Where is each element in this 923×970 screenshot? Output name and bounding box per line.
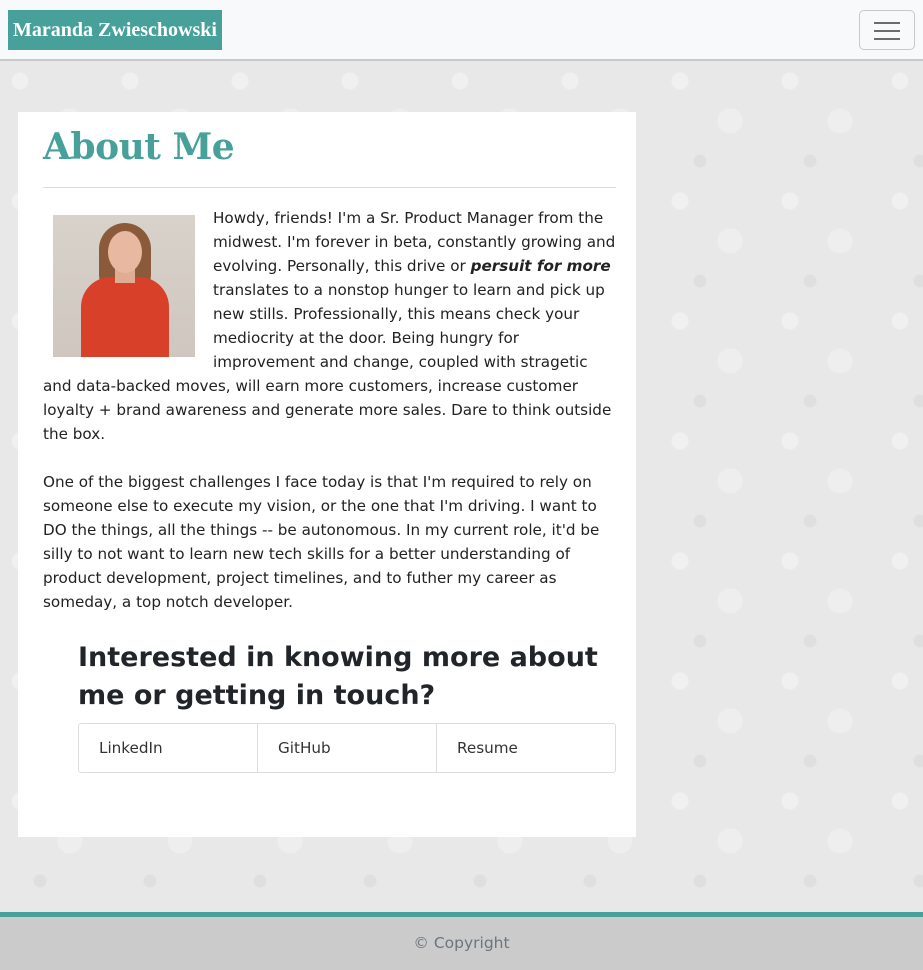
title-divider <box>43 187 616 188</box>
about-card: About Me Howdy, friends! I'm a Sr. Produ… <box>18 112 636 837</box>
emphasis-text: persuit for more <box>470 257 611 275</box>
contact-links-group: LinkedIn GitHub Resume <box>78 723 616 773</box>
navbar: Maranda Zwieschowski <box>0 0 923 61</box>
page-title: About Me <box>43 126 235 168</box>
footer: © Copyright <box>0 912 923 970</box>
navbar-toggler-button[interactable] <box>859 10 915 50</box>
hamburger-menu-icon-bar <box>874 38 900 40</box>
about-content: Howdy, friends! I'm a Sr. Product Manage… <box>43 206 616 614</box>
copyright-text: © Copyright <box>413 934 510 952</box>
contact-heading: Interested in knowing more about me or g… <box>78 642 598 711</box>
hamburger-menu-icon-bar <box>874 30 900 32</box>
linkedin-link[interactable]: LinkedIn <box>79 724 258 772</box>
hamburger-menu-icon <box>874 22 900 24</box>
about-paragraph-2: One of the biggest challenges I face tod… <box>43 473 600 611</box>
profile-photo <box>53 215 195 357</box>
resume-link[interactable]: Resume <box>437 724 615 772</box>
github-link[interactable]: GitHub <box>258 724 437 772</box>
brand-logo[interactable]: Maranda Zwieschowski <box>8 10 222 50</box>
